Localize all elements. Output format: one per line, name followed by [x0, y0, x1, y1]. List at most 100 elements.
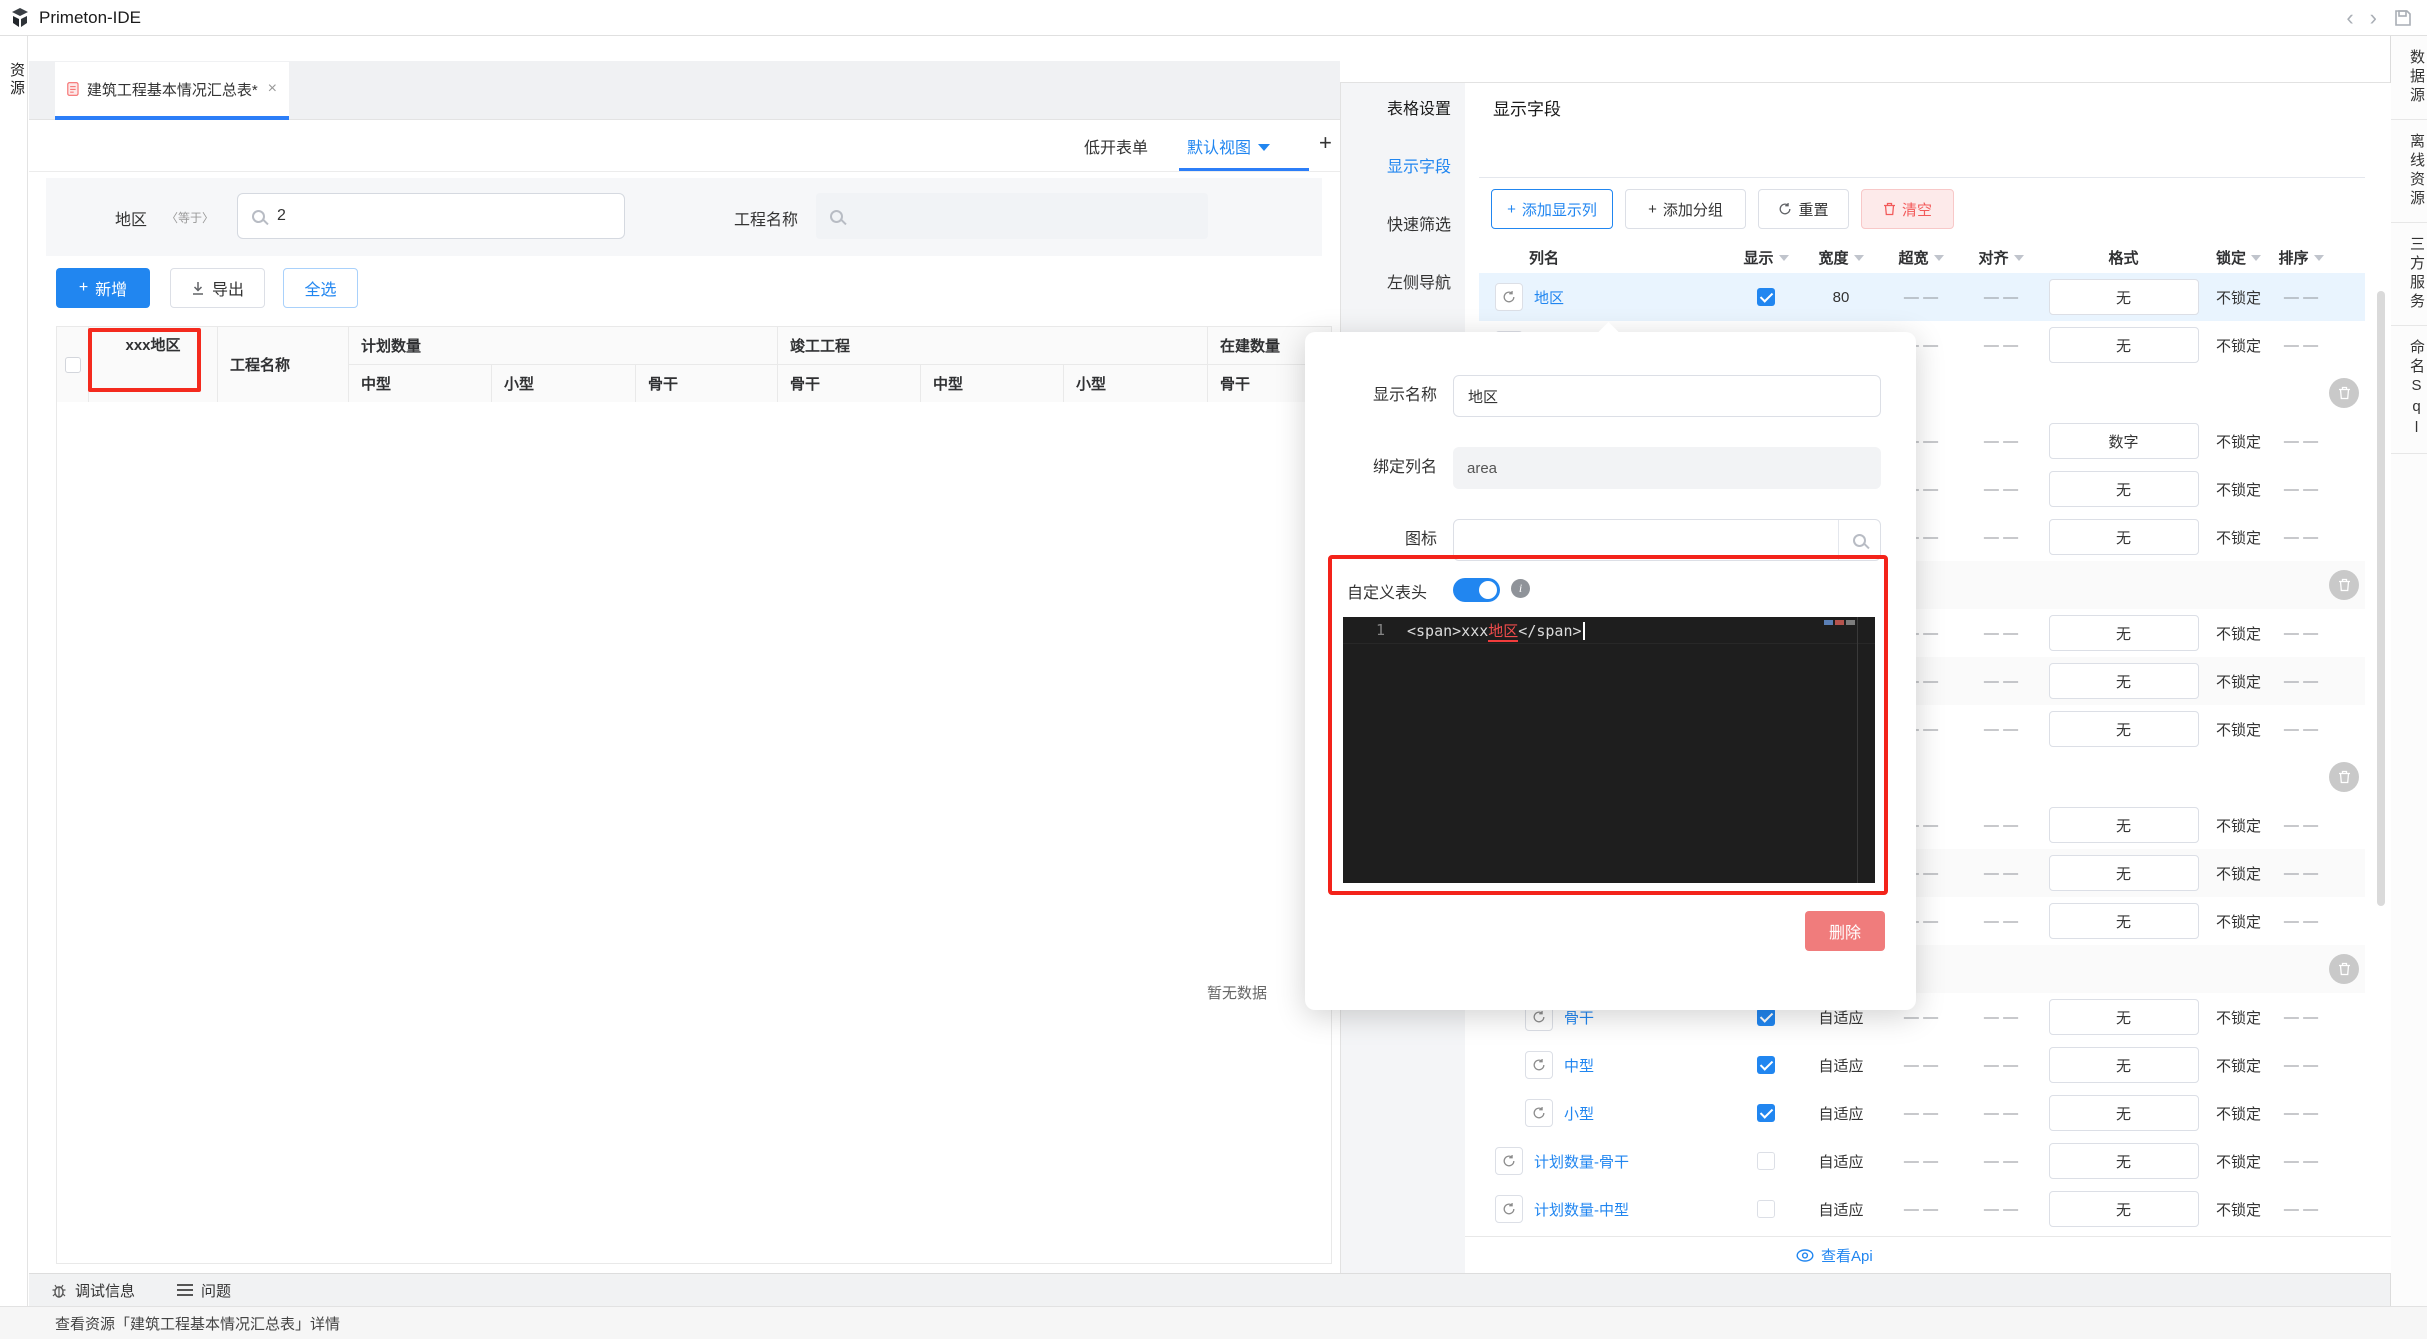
lock-cell[interactable]: 不锁定 — [2206, 815, 2271, 836]
lock-cell[interactable]: 不锁定 — [2206, 335, 2271, 356]
column-name-link[interactable]: 计划数量-骨干 — [1534, 1151, 1629, 1172]
format-select[interactable]: 无 — [2048, 279, 2199, 315]
forward-icon[interactable]: › — [2370, 0, 2377, 36]
group-header-2: 竣工工程 — [778, 327, 1208, 365]
add-record-button[interactable]: + 新增 — [56, 268, 150, 308]
refresh-button[interactable] — [1525, 1051, 1553, 1079]
format-select[interactable]: 无 — [2048, 855, 2199, 891]
format-cell: 无 — [2041, 1191, 2206, 1227]
delete-button[interactable]: 删除 — [1805, 911, 1885, 951]
save-icon[interactable] — [2393, 8, 2413, 28]
area-filter-operator[interactable]: 〈等于〉 — [166, 209, 214, 226]
refresh-button[interactable] — [1495, 1195, 1523, 1223]
lock-cell[interactable]: 不锁定 — [2206, 287, 2271, 308]
lock-cell[interactable]: 不锁定 — [2206, 527, 2271, 548]
column-name-link[interactable]: 小型 — [1564, 1103, 1594, 1124]
icon-input[interactable] — [1453, 519, 1881, 561]
right-strip-tab-3[interactable]: 三方服务 — [2391, 223, 2427, 326]
custom-header-code-editor[interactable]: 1 <span>xxx地区</span> — [1343, 617, 1875, 883]
display-checkbox[interactable] — [1757, 1008, 1775, 1026]
add-display-column-button[interactable]: + 添加显示列 — [1491, 189, 1613, 229]
lock-cell[interactable]: 不锁定 — [2206, 431, 2271, 452]
clear-button[interactable]: 清空 — [1861, 189, 1954, 229]
format-select[interactable]: 无 — [2048, 1047, 2199, 1083]
format-select[interactable]: 无 — [2048, 1095, 2199, 1131]
view-api-link[interactable]: 查看Api — [1796, 1245, 1873, 1266]
lock-cell[interactable]: 不锁定 — [2206, 479, 2271, 500]
icon-search-button[interactable] — [1838, 520, 1880, 560]
display-checkbox-cell — [1731, 1104, 1801, 1122]
list-header-8[interactable]: 排序 — [2271, 247, 2331, 268]
format-select[interactable]: 无 — [2048, 615, 2199, 651]
delete-group-button[interactable] — [2329, 378, 2359, 408]
display-checkbox[interactable] — [1757, 1056, 1775, 1074]
format-select[interactable]: 数字 — [2048, 423, 2199, 459]
format-select[interactable]: 无 — [2048, 903, 2199, 939]
problems-label: 问题 — [201, 1282, 232, 1300]
lock-cell[interactable]: 不锁定 — [2206, 719, 2271, 740]
column-name-link[interactable]: 地区 — [1534, 287, 1564, 308]
right-strip-tab-4[interactable]: 命名Sql — [2391, 326, 2427, 454]
settings-nav-item-3[interactable]: 左侧导航 — [1341, 269, 1465, 293]
lock-cell[interactable]: 不锁定 — [2206, 1007, 2271, 1028]
format-select[interactable]: 无 — [2048, 1143, 2199, 1179]
settings-nav-item-1[interactable]: 显示字段 — [1341, 153, 1465, 177]
delete-group-button[interactable] — [2329, 570, 2359, 600]
area-search-input[interactable]: 2 — [237, 193, 625, 239]
display-checkbox[interactable] — [1757, 288, 1775, 306]
delete-group-button[interactable] — [2329, 954, 2359, 984]
lock-cell[interactable]: 不锁定 — [2206, 1199, 2271, 1220]
column-name-link[interactable]: 中型 — [1564, 1055, 1594, 1076]
chevron-down-icon — [2013, 255, 2024, 261]
list-header-3[interactable]: 宽度 — [1801, 247, 1881, 268]
display-checkbox[interactable] — [1757, 1200, 1775, 1218]
format-select[interactable]: 无 — [2048, 663, 2199, 699]
debug-info-tab[interactable]: 调试信息 — [51, 1280, 135, 1301]
add-group-button[interactable]: + 添加分组 — [1625, 189, 1746, 229]
lock-cell[interactable]: 不锁定 — [2206, 671, 2271, 692]
refresh-button[interactable] — [1495, 1147, 1523, 1175]
display-name-input[interactable]: 地区 — [1453, 375, 1881, 417]
refresh-button[interactable] — [1525, 1099, 1553, 1127]
select-all-button[interactable]: 全选 — [283, 268, 358, 308]
add-view-button[interactable]: + — [1319, 130, 1332, 156]
format-select[interactable]: 无 — [2048, 1191, 2199, 1227]
format-select[interactable]: 无 — [2048, 327, 2199, 363]
format-select[interactable]: 无 — [2048, 519, 2199, 555]
delete-group-button[interactable] — [2329, 762, 2359, 792]
tab-default-view[interactable]: 默认视图 — [1187, 134, 1271, 158]
settings-nav-item-2[interactable]: 快速筛选 — [1341, 211, 1465, 235]
column-name-link[interactable]: 计划数量-中型 — [1534, 1199, 1629, 1220]
list-header-7[interactable]: 锁定 — [2206, 247, 2271, 268]
right-strip-tab-1[interactable]: 数据源 — [2391, 36, 2427, 120]
reset-button[interactable]: 重置 — [1758, 189, 1849, 229]
format-select[interactable]: 无 — [2048, 999, 2199, 1035]
refresh-button[interactable] — [1495, 283, 1523, 311]
format-select[interactable]: 无 — [2048, 711, 2199, 747]
close-icon[interactable]: × — [268, 80, 277, 98]
tab-low-code-form[interactable]: 低开表单 — [1084, 134, 1148, 158]
right-strip-tab-2[interactable]: 离线资源 — [2391, 120, 2427, 223]
lock-cell[interactable]: 不锁定 — [2206, 863, 2271, 884]
custom-header-toggle[interactable] — [1453, 578, 1500, 602]
project-search-input[interactable] — [816, 193, 1208, 239]
problems-tab[interactable]: 问题 — [177, 1280, 231, 1301]
display-checkbox[interactable] — [1757, 1152, 1775, 1170]
scrollbar[interactable] — [2377, 291, 2385, 906]
list-header-5[interactable]: 对齐 — [1961, 247, 2041, 268]
lock-cell[interactable]: 不锁定 — [2206, 1103, 2271, 1124]
lock-cell[interactable]: 不锁定 — [2206, 911, 2271, 932]
display-checkbox[interactable] — [1757, 1104, 1775, 1122]
lock-cell[interactable]: 不锁定 — [2206, 1151, 2271, 1172]
lock-cell[interactable]: 不锁定 — [2206, 1055, 2271, 1076]
tab-summary-table[interactable]: 建筑工程基本情况汇总表* × — [55, 62, 289, 120]
header-checkbox[interactable] — [64, 356, 81, 373]
format-select[interactable]: 无 — [2048, 471, 2199, 507]
list-header-2[interactable]: 显示 — [1731, 247, 1801, 268]
lock-cell[interactable]: 不锁定 — [2206, 623, 2271, 644]
back-icon[interactable]: ‹ — [2346, 0, 2353, 36]
export-button[interactable]: 导出 — [170, 268, 265, 308]
list-header-4[interactable]: 超宽 — [1881, 247, 1961, 268]
format-select[interactable]: 无 — [2048, 807, 2199, 843]
resource-tab[interactable]: 资源 — [0, 62, 27, 98]
